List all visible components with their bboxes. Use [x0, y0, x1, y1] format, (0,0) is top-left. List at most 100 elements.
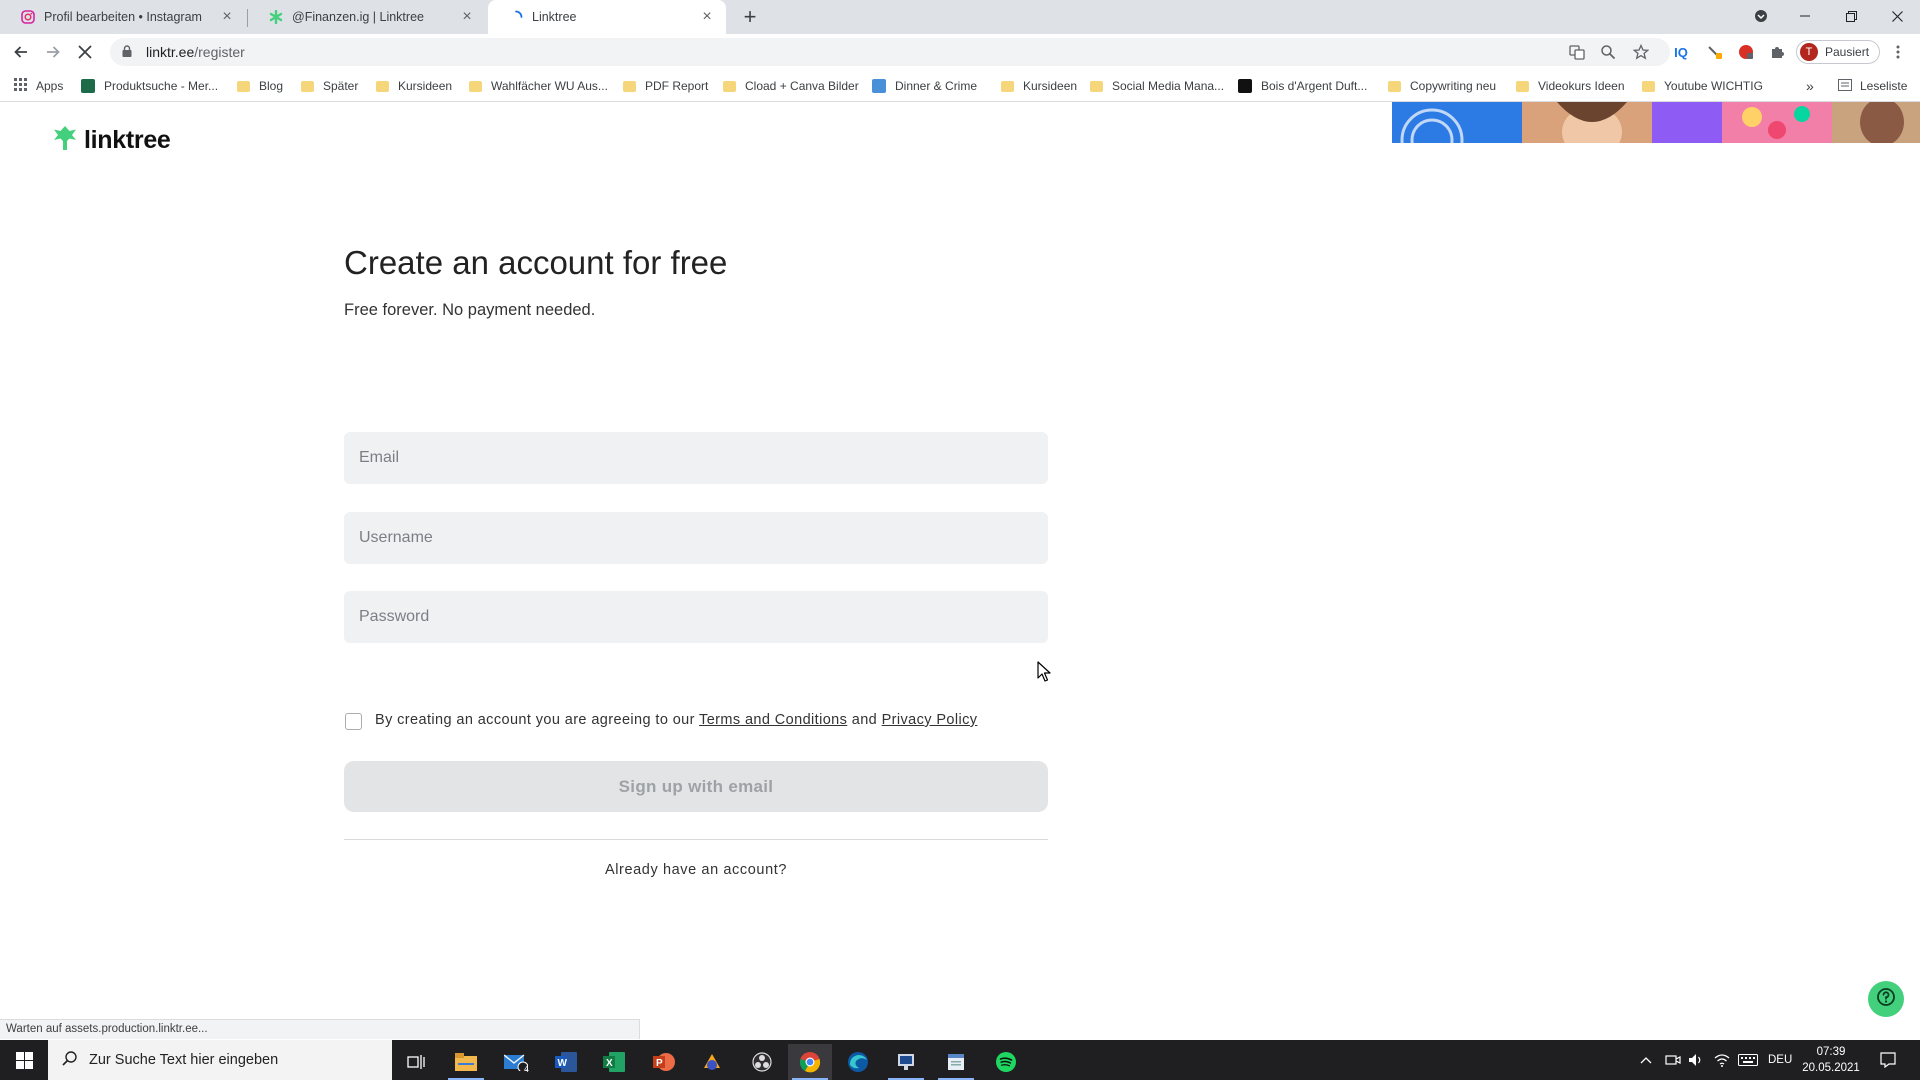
privacy-policy-link[interactable]: Privacy Policy — [882, 712, 978, 728]
bookmark-label: Apps — [36, 79, 64, 93]
back-arrow-icon[interactable] — [8, 39, 34, 65]
new-tab-icon[interactable]: + — [737, 4, 763, 30]
close-tab-icon[interactable]: × — [458, 8, 476, 26]
bookmark-label: Kursideen — [398, 79, 453, 93]
bookmark-label: Copywriting neu — [1410, 79, 1497, 93]
reading-list-button[interactable]: Leseliste — [1838, 70, 1907, 102]
linktree-logo[interactable]: linktree — [52, 126, 171, 155]
file-explorer-icon[interactable] — [444, 1044, 488, 1080]
terms-link[interactable]: Terms and Conditions — [699, 712, 847, 728]
bookmark-label: Kursideen — [1023, 79, 1078, 93]
tab-linktree-active[interactable]: Linktree × — [488, 0, 726, 34]
minimize-icon[interactable] — [1782, 0, 1828, 32]
close-tab-icon[interactable]: × — [218, 8, 236, 26]
taskbar-clock[interactable]: 07:39 20.05.2021 — [1796, 1044, 1866, 1076]
document-app-icon[interactable] — [934, 1044, 978, 1080]
excel-app-icon[interactable]: X — [592, 1044, 636, 1080]
word-app-icon[interactable]: W — [544, 1044, 588, 1080]
bookmark-label: Blog — [259, 79, 284, 93]
instagram-icon — [20, 9, 36, 25]
profile-button[interactable]: T Pausiert — [1796, 40, 1880, 64]
mail-app-icon[interactable]: 4 — [494, 1044, 538, 1080]
iq-extension-icon[interactable]: IQ — [1671, 43, 1691, 61]
promo-banner-image — [1392, 102, 1920, 143]
search-icon — [62, 1050, 77, 1070]
obs-app-icon[interactable] — [740, 1044, 784, 1080]
bookmark-produktsuche[interactable]: Produktsuche - Mer... — [81, 70, 218, 102]
agreement-and: and — [851, 712, 878, 728]
close-tab-icon[interactable]: × — [698, 8, 716, 26]
powerpoint-app-icon[interactable]: P — [642, 1044, 686, 1080]
input-language[interactable]: DEU — [1768, 1040, 1792, 1080]
folder-icon — [237, 80, 250, 92]
url-path: /register — [194, 44, 245, 60]
spotify-app-icon[interactable] — [984, 1044, 1028, 1080]
bookmark-videokurs[interactable]: Videokurs Ideen — [1516, 70, 1625, 102]
bookmark-youtube[interactable]: Youtube WICHTIG — [1642, 70, 1763, 102]
tab-instagram[interactable]: Profil bearbeiten • Instagram × — [0, 0, 246, 34]
page-title: Create an account for free — [344, 244, 728, 281]
chrome-app-icon[interactable] — [788, 1044, 832, 1080]
translate-icon[interactable] — [1567, 43, 1587, 61]
bookmark-bois-dargent[interactable]: Bois d'Argent Duft... — [1238, 70, 1367, 102]
remote-desktop-app-icon[interactable] — [884, 1044, 928, 1080]
url-domain: linktr.ee — [146, 44, 195, 60]
bookmark-kursideen[interactable]: Kursideen — [376, 70, 452, 102]
app-icon-colored[interactable] — [690, 1044, 734, 1080]
divider — [344, 839, 1048, 840]
terms-agreement-text: By creating an account you are agreeing … — [375, 712, 977, 728]
meet-now-icon[interactable] — [1665, 1040, 1681, 1080]
bookmark-spaeter[interactable]: Später — [301, 70, 358, 102]
terms-checkbox[interactable] — [345, 713, 362, 730]
adblock-extension-icon[interactable] — [1736, 43, 1756, 61]
extension-badge-icon[interactable] — [1705, 43, 1725, 61]
bookmark-wahlfaecher[interactable]: Wahlfächer WU Aus... — [469, 70, 608, 102]
svg-text:W: W — [558, 1058, 568, 1069]
bookmark-label: Youtube WICHTIG — [1664, 79, 1763, 93]
bookmark-label: Bois d'Argent Duft... — [1261, 79, 1368, 93]
bookmark-apps[interactable]: Apps — [14, 70, 63, 102]
taskbar-search-box[interactable]: Zur Suche Text hier eingeben — [48, 1040, 392, 1080]
restore-icon[interactable] — [1828, 0, 1874, 32]
bookmark-label: Cload + Canva Bilder — [745, 79, 859, 93]
help-button[interactable] — [1868, 981, 1904, 1017]
show-hidden-icons-icon[interactable] — [1640, 1040, 1652, 1080]
tab-search-icon[interactable] — [1738, 0, 1784, 32]
task-view-icon[interactable] — [394, 1044, 438, 1080]
folder-icon — [301, 80, 314, 92]
extensions-puzzle-icon[interactable] — [1767, 43, 1787, 61]
wifi-icon[interactable] — [1714, 1040, 1730, 1080]
tab-finanzen-linktree[interactable]: @Finanzen.ig | Linktree × — [248, 0, 486, 34]
close-window-icon[interactable] — [1874, 0, 1920, 32]
username-field[interactable] — [344, 512, 1048, 564]
login-link[interactable]: Already have an account? — [344, 862, 1048, 878]
bookmark-kursideen-2[interactable]: Kursideen — [1001, 70, 1077, 102]
menu-dots-icon[interactable] — [1888, 43, 1908, 61]
email-field[interactable] — [344, 432, 1048, 484]
bookmark-dinner-crime[interactable]: Dinner & Crime — [872, 70, 977, 102]
notification-center-icon[interactable] — [1880, 1040, 1896, 1080]
zoom-icon[interactable] — [1598, 43, 1618, 61]
sign-up-button[interactable]: Sign up with email — [344, 761, 1048, 812]
keyboard-icon[interactable] — [1738, 1040, 1758, 1080]
volume-icon[interactable] — [1688, 1040, 1704, 1080]
bookmark-pdf-report[interactable]: PDF Report — [623, 70, 708, 102]
bookmark-star-icon[interactable] — [1631, 43, 1651, 61]
windows-start-icon[interactable] — [0, 1040, 48, 1080]
svg-text:P: P — [656, 1058, 663, 1069]
password-field[interactable] — [344, 591, 1048, 643]
bookmark-blog[interactable]: Blog — [237, 70, 283, 102]
edge-app-icon[interactable] — [836, 1044, 880, 1080]
bookmark-cload-canva[interactable]: Cload + Canva Bilder — [723, 70, 859, 102]
site-favicon-icon — [872, 79, 886, 93]
profile-label: Pausiert — [1825, 45, 1870, 59]
stop-loading-icon[interactable] — [72, 39, 98, 65]
page-subtitle: Free forever. No payment needed. — [344, 301, 596, 319]
forward-arrow-icon[interactable] — [40, 39, 66, 65]
bookmark-social-media[interactable]: Social Media Mana... — [1090, 70, 1224, 102]
bookmark-copywriting[interactable]: Copywriting neu — [1388, 70, 1496, 102]
address-bar[interactable]: linktr.ee/register — [110, 38, 1670, 66]
bookmark-label: Videokurs Ideen — [1538, 79, 1625, 93]
site-favicon-icon — [1238, 79, 1252, 93]
more-bookmarks-icon[interactable]: » — [1806, 70, 1814, 102]
